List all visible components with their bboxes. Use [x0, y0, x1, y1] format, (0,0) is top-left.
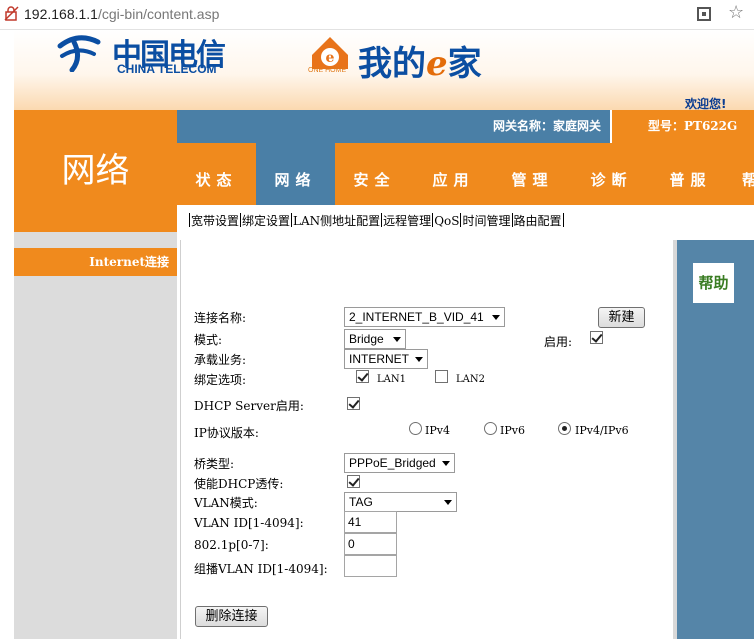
chevron-down-icon: [393, 337, 401, 342]
multicast-vlan-label: 组播VLAN ID[1-4094]:: [194, 562, 328, 576]
ipv6-label: IPv6: [500, 424, 525, 437]
mode-label: 模式:: [194, 333, 223, 347]
mode-select[interactable]: Bridge: [344, 329, 406, 349]
subnav-broadband[interactable]: 宽带设置: [191, 214, 239, 228]
subnav-binding[interactable]: 绑定设置: [242, 214, 290, 228]
page-title: 网络: [61, 151, 130, 191]
service-select[interactable]: INTERNET: [344, 349, 428, 369]
china-telecom-logo-icon: [57, 35, 101, 72]
mode-value: Bridge: [349, 332, 384, 346]
dhcp-passthrough-checkbox[interactable]: [347, 475, 360, 488]
connection-name-value: 2_INTERNET_B_VID_41: [349, 310, 484, 324]
sidebar-item-internet-connection[interactable]: Internet连接: [14, 248, 177, 276]
help-title: 帮助: [693, 263, 734, 303]
chevron-down-icon: [492, 315, 500, 320]
vlan-id-label: VLAN ID[1-4094]:: [194, 516, 304, 530]
subnav-time-management[interactable]: 时间管理: [462, 214, 510, 228]
connection-name-label: 连接名称:: [194, 311, 247, 325]
nav-item-application[interactable]: 应用: [414, 143, 493, 205]
sidebar: [14, 232, 177, 639]
ipv6-radio[interactable]: [484, 422, 497, 435]
enable-label: 启用:: [544, 335, 573, 349]
nav-item-network[interactable]: 网络: [256, 143, 335, 205]
dot1p-input[interactable]: 0: [344, 533, 397, 555]
enable-checkbox[interactable]: [590, 331, 603, 344]
bridge-type-label: 桥类型:: [194, 457, 235, 471]
china-telecom-logo-en: CHINA TELECOM: [117, 62, 217, 76]
vlan-mode-value: TAG: [349, 495, 373, 509]
subnav-remote-management[interactable]: 远程管理: [383, 214, 431, 228]
bridge-type-select[interactable]: PPPoE_Bridged: [344, 453, 455, 473]
new-connection-button[interactable]: 新建: [598, 307, 645, 328]
chevron-down-icon: [415, 357, 423, 362]
brand-wordmark: 我的e家: [358, 36, 482, 85]
not-secure-icon[interactable]: [4, 6, 19, 21]
nav-item-diagnostics[interactable]: 诊断: [572, 143, 651, 205]
dhcp-passthrough-label: 使能DHCP透传:: [194, 477, 284, 491]
vlan-mode-label: VLAN模式:: [194, 496, 258, 510]
brand-suffix: 家: [447, 44, 482, 84]
ipv4-ipv6-radio[interactable]: [558, 422, 571, 435]
service-label: 承载业务:: [194, 353, 247, 367]
multicast-vlan-input[interactable]: [344, 555, 397, 577]
dot1p-label: 802.1p[0-7]:: [194, 538, 269, 552]
ipv4-label: IPv4: [425, 424, 450, 437]
brand-e: e: [426, 44, 448, 84]
ipv4-radio[interactable]: [409, 422, 422, 435]
ipv4-ipv6-label: IPv4/IPv6: [575, 424, 629, 437]
chevron-down-icon: [444, 500, 452, 505]
chevron-down-icon: [442, 461, 450, 466]
dhcp-server-checkbox[interactable]: [347, 397, 360, 410]
subnav-routing[interactable]: 路由配置: [514, 214, 562, 228]
sub-nav-row: 宽带设置 绑定设置 LAN侧地址配置 远程管理 QoS 时间管理 路由配置: [188, 212, 565, 229]
dhcp-server-label: DHCP Server启用:: [194, 399, 304, 413]
lan2-label: LAN2: [456, 374, 485, 385]
lan1-checkbox[interactable]: [356, 370, 369, 383]
lan2-checkbox[interactable]: [435, 370, 448, 383]
nav-item-security[interactable]: 安全: [335, 143, 414, 205]
svg-text:e: e: [326, 50, 335, 66]
gateway-name: 网关名称：家庭网关: [493, 119, 602, 133]
qr-code-icon[interactable]: [697, 7, 711, 21]
brand-prefix: 我的: [358, 44, 426, 84]
nav-item-status[interactable]: 状态: [177, 143, 256, 205]
vlan-id-input[interactable]: 41: [344, 511, 397, 533]
nav-item-universal-service[interactable]: 普服: [651, 143, 730, 205]
nav-item-management[interactable]: 管理: [493, 143, 572, 205]
url-host: 192.168.1.1: [24, 6, 98, 22]
lan1-label: LAN1: [377, 374, 406, 385]
bridge-type-value: PPPoE_Bridged: [349, 456, 436, 470]
vlan-mode-select[interactable]: TAG: [344, 492, 457, 512]
subnav-lan-address[interactable]: LAN侧地址配置: [293, 214, 380, 228]
browser-address-bar[interactable]: 192.168.1.1/cgi-bin/content.asp ☆: [0, 0, 754, 30]
one-home-small-text: ONE HOME: [308, 67, 347, 74]
bookmark-star-icon[interactable]: ☆: [728, 3, 744, 23]
bind-options-label: 绑定选项:: [194, 373, 247, 387]
connection-name-select[interactable]: 2_INTERNET_B_VID_41: [344, 307, 505, 327]
device-model: 型号：PT622G: [648, 119, 738, 133]
subnav-qos[interactable]: QoS: [434, 214, 459, 228]
ip-version-label: IP协议版本:: [194, 426, 259, 440]
nav-item-help[interactable]: 帮助: [730, 143, 754, 205]
service-value: INTERNET: [349, 352, 409, 366]
url-path: /cgi-bin/content.asp: [97, 6, 220, 22]
url-text[interactable]: 192.168.1.1/cgi-bin/content.asp: [24, 6, 219, 22]
delete-connection-button[interactable]: 删除连接: [195, 606, 268, 627]
